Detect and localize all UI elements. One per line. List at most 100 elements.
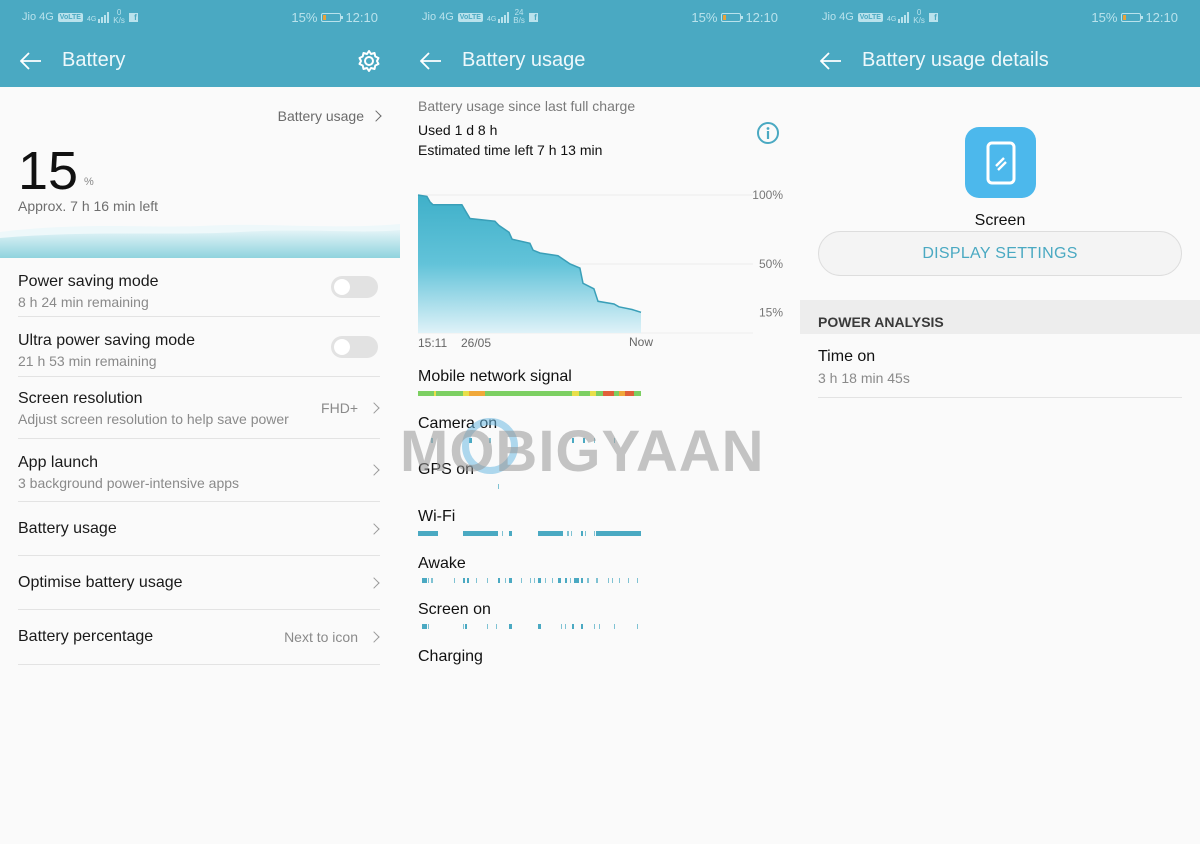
timeline-segment: [627, 578, 629, 583]
timeline-segment: [487, 624, 489, 629]
timeline-segment: [570, 531, 572, 536]
volte-icon: VoLTE: [457, 12, 483, 22]
timeline-segment: [462, 578, 465, 583]
y-tick-label: 100%: [752, 188, 783, 202]
battery-percent: 15%: [1091, 9, 1118, 25]
row-title: Optimise battery usage: [18, 574, 183, 591]
back-button[interactable]: [418, 48, 444, 74]
charging-timeline-bar: [418, 671, 641, 676]
page-title: Battery usage details: [862, 49, 1049, 71]
timeline-segment: [594, 531, 596, 536]
timeline-segment: [469, 391, 485, 396]
timeline-segment: [529, 578, 531, 583]
row-title: Battery usage: [18, 520, 117, 537]
timeline-segment: [498, 578, 501, 583]
battery-settings-list: Power saving mode 8 h 24 min remaining U…: [18, 258, 380, 665]
time-on-value: 3 h 18 min 45s: [818, 370, 910, 386]
battery-usage-link[interactable]: Battery usage: [277, 108, 382, 124]
battery-usage-row[interactable]: Battery usage: [18, 502, 380, 556]
row-title: Power saving mode: [18, 273, 159, 290]
row-subtitle: 21 h 53 min remaining: [18, 353, 157, 369]
timeline-segment: [422, 624, 427, 629]
y-tick-label: 15%: [759, 305, 783, 319]
arrow-left-icon: [420, 51, 441, 70]
timeline-segment: [418, 391, 434, 396]
timeline-segment: [560, 624, 562, 629]
timeline-segment: [418, 531, 439, 536]
timeline-segment: [565, 578, 568, 583]
power-saving-mode-row[interactable]: Power saving mode 8 h 24 min remaining: [18, 258, 380, 317]
back-button[interactable]: [18, 48, 44, 74]
screen-app-icon: [965, 127, 1036, 198]
network-speed: 24 B/s: [513, 8, 525, 25]
timeline-segment: [475, 578, 478, 583]
ultra-power-saving-row[interactable]: Ultra power saving mode 21 h 53 min rema…: [18, 317, 380, 377]
section-label: Awake: [418, 555, 466, 572]
screen-resolution-row[interactable]: Screen resolution Adjust screen resoluti…: [18, 377, 380, 439]
battery-percent: 15%: [291, 9, 318, 25]
chevron-right-icon: [368, 576, 380, 589]
timeline-segment: [509, 624, 512, 629]
timeline-segment: [489, 438, 491, 443]
y-tick-label: 50%: [759, 257, 783, 271]
app-bar: Battery: [0, 34, 400, 87]
timeline-segment: [583, 438, 586, 443]
display-settings-button[interactable]: DISPLAY SETTINGS: [818, 231, 1182, 276]
row-value: FHD+: [321, 399, 358, 416]
timeline-segment: [571, 624, 575, 629]
chevron-right-icon: [368, 464, 380, 476]
timeline-segment: [422, 578, 427, 583]
timeline-segment: [431, 438, 433, 443]
screen-timeline-bar: [418, 624, 641, 629]
signal-icon: 4G: [887, 11, 910, 23]
optimise-battery-row[interactable]: Optimise battery usage: [18, 556, 380, 610]
signal-icon: 4G: [487, 11, 510, 23]
timeline-segment: [504, 578, 507, 583]
ultra-power-saving-toggle[interactable]: [331, 335, 378, 358]
app-launch-row[interactable]: App launch 3 background power-intensive …: [18, 439, 380, 502]
timeline-segment: [538, 531, 563, 536]
volte-icon: VoLTE: [857, 12, 883, 22]
timeline-segment: [596, 531, 641, 536]
timeline-segment: [571, 391, 579, 396]
timeline-segment: [533, 578, 536, 583]
battery-wave-decoration: [0, 224, 400, 258]
status-bar: Jio 4G VoLTE 4G 0 K/s f 15% 12:10: [0, 0, 400, 34]
timeline-segment: [501, 531, 503, 536]
timeline-segment: [469, 438, 472, 443]
timeline-segment: [484, 391, 492, 396]
facebook-notification-icon: f: [128, 12, 138, 22]
info-button[interactable]: [756, 121, 780, 145]
percent-sign: %: [84, 176, 94, 188]
status-bar: Jio 4G VoLTE 4G 24 B/s f 15% 12:10: [400, 0, 800, 34]
network-speed: 0 K/s: [913, 8, 925, 25]
usage-section-gps: GPS on: [418, 461, 641, 489]
settings-button[interactable]: [356, 48, 382, 74]
section-label: Screen on: [418, 601, 491, 618]
timeline-segment: [634, 391, 641, 396]
timeline-segment: [491, 391, 572, 396]
timeline-segment: [520, 578, 522, 583]
time-on-label: Time on: [818, 348, 876, 365]
section-label: GPS on: [418, 461, 475, 478]
timeline-segment: [585, 531, 587, 536]
back-button[interactable]: [818, 48, 844, 74]
timeline-segment: [625, 391, 635, 396]
timeline-segment: [538, 578, 541, 583]
timeline-segment: [596, 391, 604, 396]
timeline-segment: [538, 624, 541, 629]
timeline-segment: [496, 624, 498, 629]
section-label: Charging: [418, 648, 483, 665]
row-value: Next to icon: [284, 629, 358, 645]
power-analysis-header: POWER ANALYSIS: [800, 300, 1200, 334]
timeline-segment: [462, 391, 470, 396]
usage-section-screen: Screen on: [418, 601, 641, 629]
battery-percentage-row[interactable]: Battery percentage Next to icon: [18, 610, 380, 665]
usage-section-awake: Awake: [418, 555, 641, 583]
battery-icon: [321, 12, 344, 22]
battery-usage-link-label: Battery usage: [277, 108, 364, 124]
power-saving-toggle[interactable]: [331, 276, 378, 298]
estimated-time-left: Estimated time left 7 h 13 min: [418, 142, 603, 158]
camera-timeline-bar: [418, 438, 641, 443]
chevron-right-icon: [368, 522, 380, 535]
